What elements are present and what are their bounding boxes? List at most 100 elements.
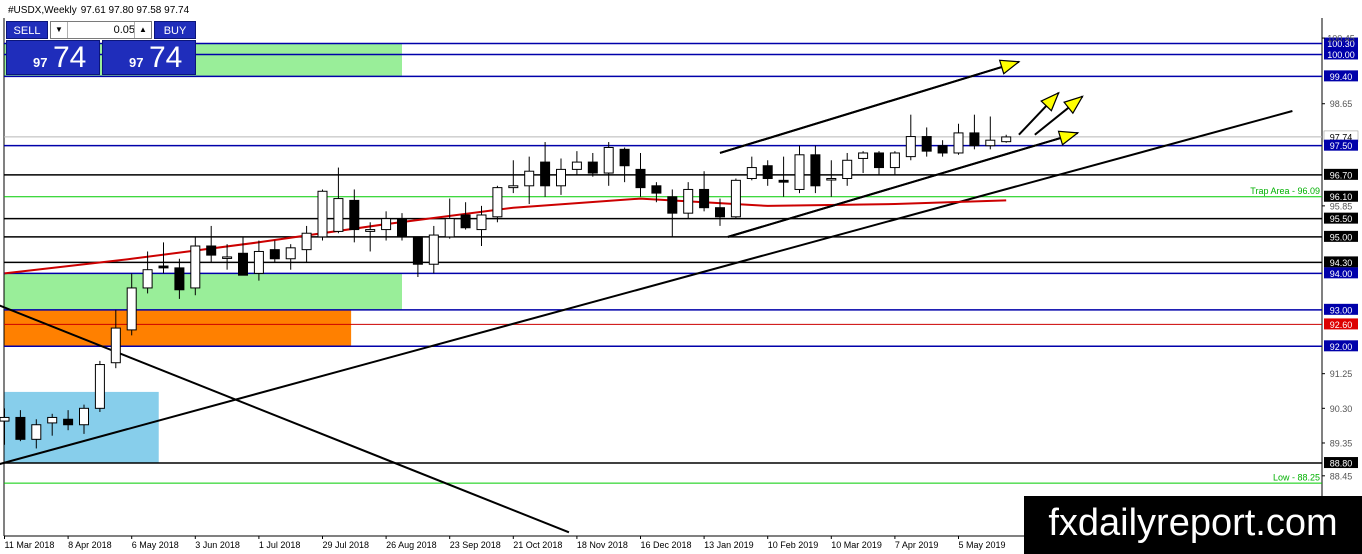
symbol-label: #USDX,Weekly (8, 5, 77, 16)
candle (317, 189, 328, 241)
candle-body (619, 148, 630, 167)
candle-body (778, 179, 789, 183)
candle-body (110, 327, 121, 364)
candle-body (158, 265, 169, 269)
price-tag-label: 92.00 (1330, 342, 1353, 352)
sell-button[interactable]: SELL (6, 21, 48, 39)
lot-size-stepper[interactable]: ▼ ▲ (50, 21, 152, 39)
candle-body (15, 416, 26, 440)
candle-body (397, 218, 407, 238)
y-tick-label: 91.25 (1330, 369, 1353, 379)
candle-body (476, 214, 487, 231)
sell-price-button[interactable]: 97 74 (6, 40, 100, 75)
candle-body (794, 154, 805, 190)
price-tag-label: 95.00 (1330, 232, 1353, 242)
x-tick-label: 18 Nov 2018 (577, 540, 628, 550)
buy-price-button[interactable]: 97 74 (102, 40, 196, 75)
chevron-up-icon[interactable]: ▲ (134, 22, 151, 38)
candle-body (269, 249, 280, 260)
y-tick-label: 95.85 (1330, 201, 1353, 211)
candle-body (730, 179, 741, 218)
x-tick-label: 29 Jul 2018 (323, 540, 370, 550)
candle-body (889, 152, 900, 169)
candle-body (460, 214, 471, 229)
candle-body (333, 198, 344, 232)
candle-body (31, 424, 42, 440)
candle-body (142, 269, 153, 289)
candle-body (524, 170, 535, 187)
candle (94, 360, 105, 412)
y-tick-label: 88.45 (1330, 471, 1353, 481)
watermark-logo: fxdailyreport.com (1024, 496, 1362, 554)
candle-body (126, 287, 137, 331)
price-tag-label: 94.00 (1330, 269, 1353, 279)
x-tick-label: 11 Mar 2018 (5, 540, 55, 550)
buy-button[interactable]: BUY (154, 21, 196, 39)
candle-body (842, 159, 853, 180)
price-tag-label: 92.60 (1330, 320, 1353, 330)
sell-price-prefix: 97 (33, 55, 48, 70)
x-tick-label: 1 Jul 2018 (259, 540, 301, 550)
x-tick-label: 7 Apr 2019 (895, 540, 939, 550)
candle-body (540, 161, 551, 187)
candle-body (0, 416, 10, 422)
candle-body (444, 218, 455, 238)
candle-body (317, 190, 328, 238)
one-click-trading-panel: SELL ▼ ▲ BUY 97 74 97 74 (6, 19, 196, 75)
price-tag-label: 94.30 (1330, 258, 1353, 268)
y-tick-label: 98.65 (1330, 99, 1353, 109)
level-annotation: Trap Area - 96.09 (1250, 186, 1320, 196)
candle-body (746, 167, 757, 180)
sell-price-pips: 74 (53, 41, 87, 74)
candle-body (715, 207, 725, 218)
candle-body (699, 188, 710, 209)
price-tag-label: 96.70 (1330, 170, 1353, 180)
lot-size-input[interactable] (69, 22, 137, 38)
candle-body (349, 199, 360, 231)
x-tick-label: 21 Oct 2018 (513, 540, 562, 550)
candle-body (985, 139, 996, 147)
candle-body (206, 245, 217, 256)
candle-body (222, 256, 233, 259)
candle-body (810, 154, 821, 187)
price-tag-label: 99.40 (1330, 72, 1353, 82)
candle-body (921, 136, 932, 152)
candle-body (174, 267, 185, 291)
candle-body (412, 236, 423, 265)
price-tag-label: 95.50 (1330, 214, 1353, 224)
candle-body (63, 418, 74, 426)
candle-body (603, 147, 614, 174)
candle-body (874, 152, 884, 169)
candle-body (285, 247, 296, 260)
x-tick-label: 3 Jun 2018 (195, 540, 240, 550)
candle-body (858, 152, 869, 159)
candle-body (253, 250, 264, 274)
candle-body (587, 161, 598, 174)
ohlc-label: 97.61 97.80 97.58 97.74 (81, 5, 190, 16)
level-annotation: Low - 88.25 (1273, 472, 1320, 482)
x-tick-label: 13 Jan 2019 (704, 540, 754, 550)
candle-body (492, 187, 503, 218)
candle-body (905, 136, 916, 158)
candle-body (79, 407, 89, 426)
x-tick-label: 23 Sep 2018 (450, 540, 501, 550)
price-chart[interactable]: Trap Area - 96.09Low - 88.25 100.30100.0… (0, 0, 1362, 554)
price-tag-label: 88.80 (1330, 459, 1353, 469)
candle (730, 178, 741, 219)
candle-body (571, 161, 582, 170)
candle-body (47, 416, 58, 424)
candle (190, 236, 201, 296)
candle-body (94, 364, 105, 409)
price-tag-label: 93.00 (1330, 305, 1353, 315)
chevron-down-icon[interactable]: ▼ (51, 22, 68, 38)
candle-body (667, 196, 678, 214)
candle (492, 185, 503, 223)
candle-body (826, 178, 837, 181)
x-tick-label: 8 Apr 2018 (68, 540, 112, 550)
candle-body (381, 218, 392, 231)
candle-body (1001, 136, 1012, 143)
candle-body (190, 245, 201, 289)
y-tick-label: 90.30 (1330, 404, 1353, 414)
candle-body (508, 185, 519, 189)
buy-price-pips: 74 (149, 41, 183, 74)
